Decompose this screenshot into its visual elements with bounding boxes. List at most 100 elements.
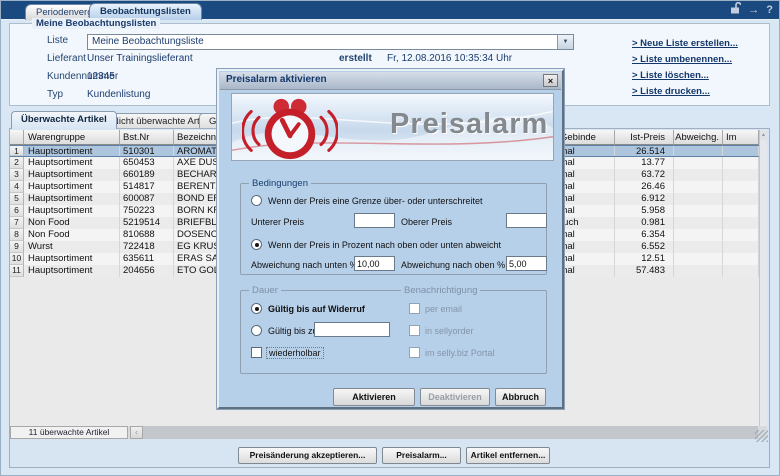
cell-num: 6 [10,205,24,217]
cell-num: 7 [10,217,24,229]
in-sellyorder-checkbox [409,325,420,336]
horizontal-scrollbar[interactable] [143,426,758,439]
cell-abweichg [674,157,723,169]
cell-abweichg [674,265,723,277]
cell-istpreis: 0.981 [615,217,674,229]
header-abweichg[interactable]: Abweichg. % [674,130,723,145]
dauer-fieldset: Dauer Benachrichtigung Gültig bis auf Wi… [240,290,547,374]
cell-bstnr: 810688 [120,229,174,241]
radio-grenze[interactable] [251,195,262,206]
bis-zum-input[interactable] [314,322,390,337]
typ-value: Kundenlistung [87,89,150,100]
bedingungen-legend: Bedingungen [249,178,311,189]
cell-num: 3 [10,169,24,181]
close-icon[interactable]: × [543,74,558,87]
link-liste-drucken[interactable]: > Liste drucken... [632,86,710,97]
cell-abweichg [674,241,723,253]
lieferant-label: Lieferant [47,53,86,64]
scroll-up-icon[interactable]: ▲ [760,131,767,140]
cell-num: 4 [10,181,24,193]
vertical-scrollbar[interactable]: ▲ [759,130,767,426]
cell-bstnr: 635611 [120,253,174,265]
erstellt-value: Fr, 12.08.2016 10:35:34 Uhr [387,53,512,64]
cell-bstnr: 510301 [120,146,174,156]
liste-dropdown[interactable]: Meine Beobachtungsliste ▼ [87,34,574,50]
cell-imlimit [723,205,759,217]
abbruch-button[interactable]: Abbruch [495,388,546,406]
unlock-icon[interactable] [730,2,741,18]
cell-imlimit [723,241,759,253]
forward-arrow-icon[interactable]: → [748,3,759,17]
cell-abweichg [674,169,723,181]
abweichung-unten-input[interactable] [354,256,395,271]
link-liste-loeschen[interactable]: > Liste löschen... [632,70,709,81]
cell-bstnr: 650453 [120,157,174,169]
status-badge: 11 überwachte Artikel [10,426,128,439]
abweichung-unten-label: Abweichung nach unten % [251,260,358,270]
app-window: Periodenvergleich Beobachtungslisten → ?… [0,0,780,476]
cell-imlimit [723,229,759,241]
preisalarm-button[interactable]: Preisalarm... [382,447,461,464]
table-status-row: 11 überwachte Artikel ‹ [10,426,767,439]
per-email-checkbox [409,303,420,314]
artikel-entfernen-button[interactable]: Artikel entfernen... [466,447,550,464]
oberer-preis-input[interactable] [506,213,547,228]
cell-abweichg [674,193,723,205]
cell-imlimit [723,217,759,229]
cell-warengruppe: Hauptsortiment [24,181,120,193]
cell-bstnr: 722418 [120,241,174,253]
resize-grip[interactable] [755,430,768,442]
abweichung-oben-input[interactable] [506,256,547,271]
radio-bis-zum[interactable] [251,325,262,336]
cell-bstnr: 600087 [120,193,174,205]
cell-warengruppe: Non Food [24,217,120,229]
cell-num: 1 [10,146,24,156]
wiederholbar-checkbox[interactable] [251,347,262,358]
radio-prozent[interactable] [251,239,262,250]
tab-ueberwachte-artikel[interactable]: Überwachte Artikel [11,111,117,129]
cell-num: 5 [10,193,24,205]
header-istpreis[interactable]: Ist-Preis [615,130,674,145]
radio-widerruf[interactable] [251,303,262,314]
cell-warengruppe: Hauptsortiment [24,205,120,217]
cell-istpreis: 26.46 [615,181,674,193]
cell-warengruppe: Hauptsortiment [24,265,120,277]
dialog-title: Preisalarm aktivieren [226,74,327,85]
header-imlimit[interactable]: Im Limit? [723,130,759,145]
cell-bstnr: 660189 [120,169,174,181]
cell-abweichg [674,229,723,241]
aktivieren-button[interactable]: Aktivieren [333,388,415,406]
dropdown-arrow-icon[interactable]: ▼ [557,35,573,49]
cell-istpreis: 13.77 [615,157,674,169]
liste-label: Liste [47,35,68,46]
header-bstnr[interactable]: Bst.Nr [120,130,174,145]
abweichung-oben-label: Abweichung nach oben % [401,260,505,270]
unterer-preis-label: Unterer Preis [251,217,304,227]
preisaenderung-akzeptieren-button[interactable]: Preisänderung akzeptieren... [238,447,377,464]
selly-biz-portal-label: im selly.biz Portal [425,348,494,358]
cell-abweichg [674,146,723,156]
dialog-titlebar[interactable]: Preisalarm aktivieren × [220,72,561,90]
help-icon[interactable]: ? [766,3,773,17]
cell-abweichg [674,181,723,193]
alarm-clock-icon [242,96,338,161]
kundennummer-value: 12345 [87,71,115,82]
radio-prozent-label: Wenn der Preis in Prozent nach oben oder… [268,240,501,250]
header-warengruppe[interactable]: Warengruppe [24,130,120,145]
radio-grenze-label: Wenn der Preis eine Grenze über- oder un… [268,196,482,206]
oberer-preis-label: Oberer Preis [401,217,452,227]
link-neue-liste[interactable]: > Neue Liste erstellen... [632,38,738,49]
preisalarm-banner: Preisalarm [231,93,554,161]
wiederholbar-label[interactable]: wiederholbar [266,347,324,359]
cell-abweichg [674,217,723,229]
cell-imlimit [723,157,759,169]
scroll-left-icon[interactable]: ‹ [130,426,143,439]
unterer-preis-input[interactable] [354,213,395,228]
per-email-label: per email [425,304,462,314]
radio-widerruf-label: Gültig bis auf Widerruf [268,304,365,314]
cell-warengruppe: Hauptsortiment [24,253,120,265]
link-liste-umbenennen[interactable]: > Liste umbenennen... [632,54,732,65]
cell-num: 10 [10,253,24,265]
lieferant-value: Unser Trainingslieferant [87,53,193,64]
cell-istpreis: 6.354 [615,229,674,241]
